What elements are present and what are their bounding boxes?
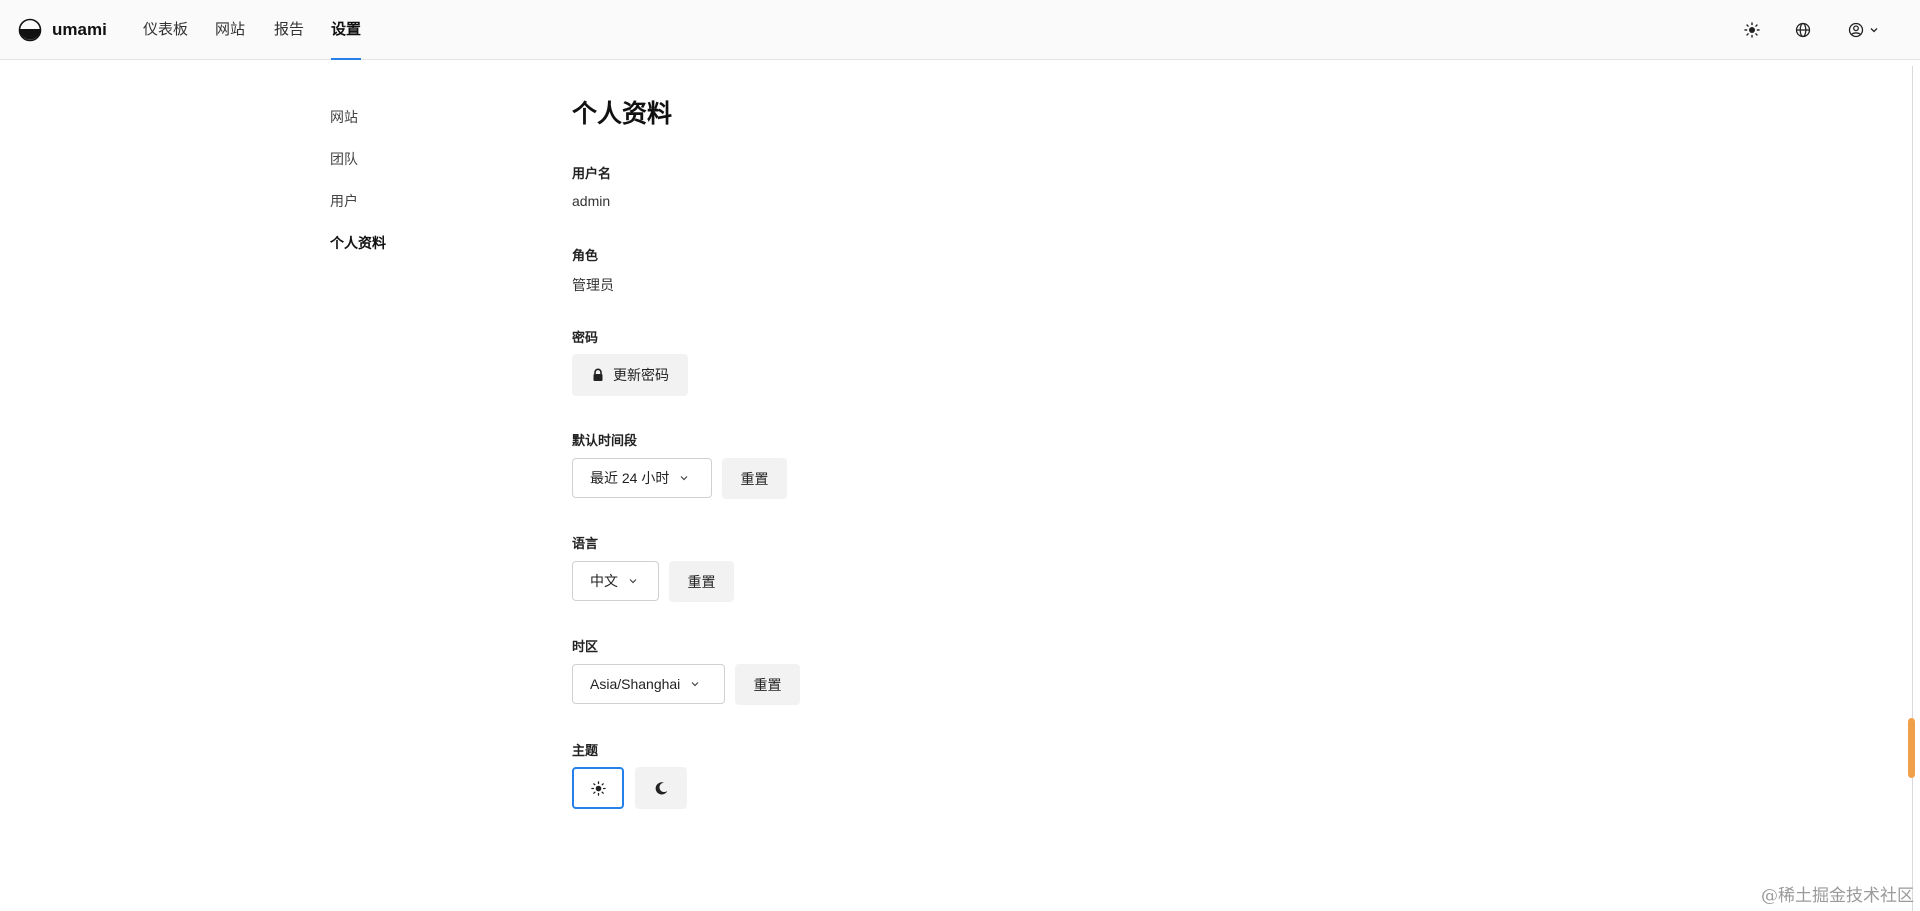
theme-toggle-button[interactable]	[1742, 18, 1762, 42]
nav-websites[interactable]: 网站	[215, 0, 245, 59]
globe-icon	[1795, 22, 1811, 38]
moon-icon	[655, 781, 667, 794]
timezone-label: 时区	[572, 639, 599, 654]
top-header: umami 仪表板 网站 报告 设置	[0, 0, 1920, 60]
profile-menu-button[interactable]	[1844, 18, 1882, 42]
language-button[interactable]	[1793, 18, 1813, 42]
sun-icon	[590, 780, 606, 796]
role-value: 管理员	[572, 277, 614, 293]
theme-light-button[interactable]	[572, 767, 624, 809]
language-select[interactable]: 中文	[572, 561, 659, 601]
scrollbar-thumb[interactable]	[1908, 718, 1915, 778]
lock-icon	[593, 368, 603, 381]
chevron-down-icon	[629, 579, 637, 584]
timezone-reset-button[interactable]: 重置	[735, 664, 800, 705]
sidebar-item-websites[interactable]: 网站	[330, 107, 358, 127]
sidebar-item-profile[interactable]: 个人资料	[330, 233, 386, 253]
chevron-down-icon	[680, 476, 688, 481]
password-label: 密码	[572, 330, 599, 345]
scrollbar-track[interactable]	[1912, 66, 1913, 911]
language-label: 语言	[572, 536, 599, 551]
timezone-value: Asia/Shanghai	[590, 676, 681, 692]
theme-dark-button[interactable]	[635, 767, 687, 809]
language-reset-button[interactable]: 重置	[669, 561, 734, 602]
update-password-button[interactable]: 更新密码	[572, 354, 688, 396]
nav-reports[interactable]: 报告	[274, 0, 304, 59]
language-value: 中文	[590, 573, 618, 589]
nav-settings[interactable]: 设置	[331, 0, 362, 60]
chevron-down-icon	[691, 682, 699, 687]
timezone-select[interactable]: Asia/Shanghai	[572, 664, 725, 704]
sidebar-item-teams[interactable]: 团队	[330, 149, 358, 169]
nav-dashboard[interactable]: 仪表板	[143, 0, 188, 59]
user-circle-icon	[1848, 22, 1863, 38]
umami-logo-icon	[18, 18, 42, 42]
username-value: admin	[572, 193, 611, 209]
date-range-reset-button[interactable]: 重置	[722, 458, 787, 499]
sun-icon	[1744, 22, 1760, 38]
app-logo[interactable]: umami	[18, 18, 107, 42]
date-range-select[interactable]: 最近 24 小时	[572, 458, 712, 498]
page-title: 个人资料	[572, 100, 673, 128]
date-range-value: 最近 24 小时	[590, 470, 670, 486]
app-name: umami	[52, 20, 107, 39]
role-label: 角色	[572, 248, 599, 263]
theme-label: 主题	[572, 743, 599, 758]
chevron-down-icon	[1870, 28, 1877, 33]
date-range-label: 默认时间段	[572, 433, 638, 448]
watermark: @稀土掘金技术社区	[1761, 886, 1914, 906]
username-label: 用户名	[572, 166, 612, 181]
sidebar-item-users[interactable]: 用户	[330, 191, 358, 211]
update-password-label: 更新密码	[613, 367, 669, 383]
